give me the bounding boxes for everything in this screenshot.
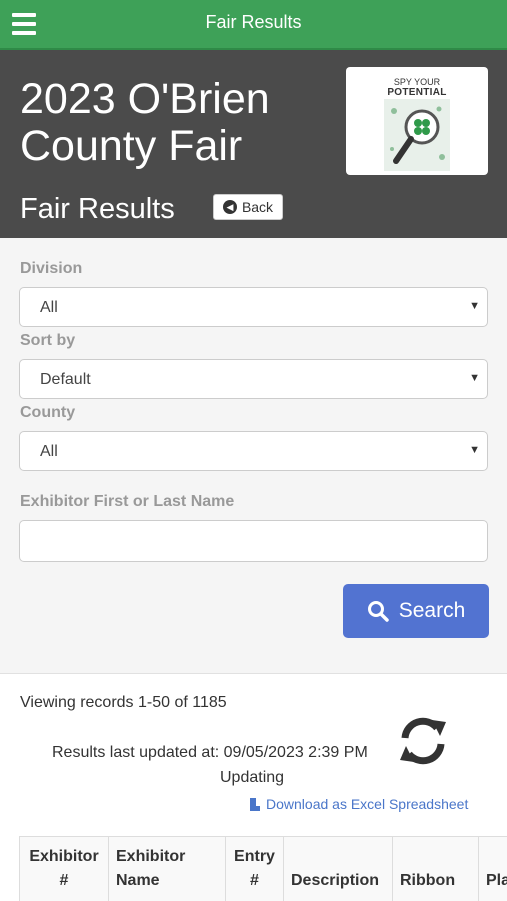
column-header-description[interactable]: Description	[283, 837, 392, 901]
magnifier-clover-logo-icon	[384, 99, 450, 171]
top-bar: Fair Results	[0, 0, 507, 50]
download-excel-link[interactable]: Download as Excel Spreadsheet	[250, 796, 468, 812]
back-label: Back	[241, 199, 274, 215]
sort-by-select[interactable]: Default ▼	[19, 359, 488, 399]
file-icon	[250, 797, 260, 811]
fair-logo: SPY YOUR POTENTIAL	[346, 67, 488, 175]
logo-line-2: POTENTIAL	[387, 87, 447, 98]
sort-by-label: Sort by	[20, 332, 76, 349]
division-value: All	[40, 299, 58, 316]
column-header-exhibitor-number[interactable]: Exhibitor #	[19, 837, 108, 901]
column-header-exhibitor-name[interactable]: Exhibitor Name	[108, 837, 225, 901]
search-button[interactable]: Search	[343, 584, 489, 638]
select-caret-icon: ▼	[469, 372, 480, 384]
download-label: Download as Excel Spreadsheet	[266, 796, 469, 812]
division-select[interactable]: All ▼	[19, 287, 488, 327]
filter-panel: Division All ▼ Sort by Default ▼ County …	[0, 238, 507, 674]
logo-text: SPY YOUR POTENTIAL	[346, 77, 488, 98]
update-status: Updating	[220, 769, 285, 786]
topbar-title: Fair Results	[205, 12, 302, 32]
county-label: County	[20, 404, 76, 421]
column-header-placing[interactable]: Pla	[478, 837, 507, 901]
exhibitor-name-input[interactable]	[19, 520, 488, 562]
county-select[interactable]: All ▼	[19, 431, 488, 471]
last-updated-text: Results last updated at: 09/05/2023 2:39…	[52, 744, 368, 761]
fair-title: 2023 O'Brien County Fair	[20, 75, 270, 170]
column-header-entry-number[interactable]: Entry #	[225, 837, 283, 901]
refresh-icon[interactable]	[396, 716, 450, 766]
select-caret-icon: ▼	[469, 444, 480, 456]
back-button[interactable]: ◀ Back	[213, 194, 283, 220]
search-label: Search	[398, 599, 466, 622]
division-label: Division	[20, 260, 83, 277]
select-caret-icon: ▼	[469, 300, 480, 312]
search-icon	[367, 601, 389, 622]
logo-line-1: SPY YOUR	[393, 77, 441, 87]
county-value: All	[40, 443, 58, 460]
exhibitor-name-label: Exhibitor First or Last Name	[20, 493, 235, 510]
section-title: Fair Results	[20, 193, 175, 225]
results-table-header: Exhibitor # Exhibitor Name Entry # Descr…	[19, 836, 507, 901]
sort-by-value: Default	[40, 371, 91, 388]
column-header-ribbon[interactable]: Ribbon	[392, 837, 478, 901]
records-count: Viewing records 1-50 of 1185	[20, 694, 227, 711]
back-arrow-icon: ◀	[222, 200, 237, 214]
page-header: 2023 O'Brien County Fair SPY YOUR POTENT…	[0, 50, 507, 238]
